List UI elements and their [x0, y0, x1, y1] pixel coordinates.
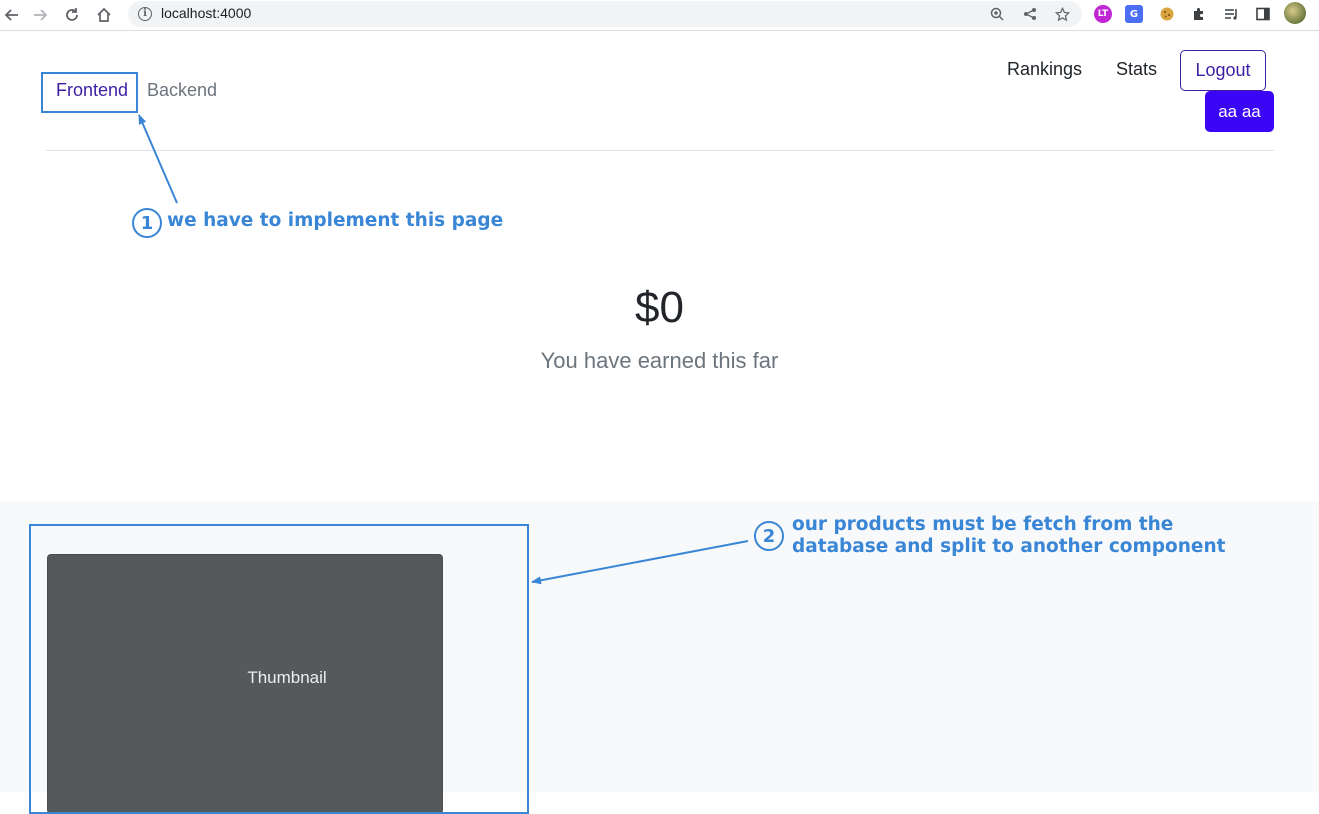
annotation-number-1: 1 [132, 208, 162, 238]
media-list-icon[interactable] [1220, 3, 1242, 25]
address-bar[interactable]: i localhost:4000 [128, 1, 1082, 27]
header-divider [46, 150, 1274, 151]
nav-rankings-link[interactable]: Rankings [1007, 59, 1082, 80]
annotation-highlight-products [29, 524, 529, 814]
home-icon[interactable] [92, 3, 116, 27]
profile-avatar-icon[interactable] [1284, 2, 1306, 24]
annotation-text-2-line2: database and split to another component [792, 536, 1226, 557]
forward-icon[interactable] [28, 3, 52, 27]
puzzle-icon[interactable] [1188, 3, 1210, 25]
google-translate-icon[interactable]: G [1125, 5, 1143, 23]
browser-toolbar: i localhost:4000 LT G [0, 0, 1319, 31]
reload-icon[interactable] [60, 3, 84, 27]
user-menu-button[interactable]: aa aa [1205, 91, 1274, 132]
info-icon[interactable]: i [138, 7, 152, 21]
annotation-highlight-frontend [41, 72, 138, 113]
ext-lt-icon[interactable]: LT [1094, 5, 1112, 23]
annotation-number-2: 2 [754, 521, 784, 551]
annotation-text-2: our products must be fetch from the data… [792, 514, 1225, 558]
nav-stats-link[interactable]: Stats [1116, 59, 1157, 80]
annotation-arrow-1 [138, 114, 178, 204]
share-icon[interactable] [1020, 4, 1040, 24]
side-panel-icon[interactable] [1252, 3, 1274, 25]
earned-amount: $0 [635, 283, 684, 332]
logout-button[interactable]: Logout [1180, 50, 1266, 91]
cookie-icon[interactable] [1156, 3, 1178, 25]
annotation-text-2-line1: our products must be fetch from the [792, 514, 1174, 535]
back-icon[interactable] [0, 3, 24, 27]
earned-caption: You have earned this far [540, 348, 779, 373]
star-icon[interactable] [1052, 4, 1072, 24]
tab-backend[interactable]: Backend [147, 80, 217, 101]
url-text[interactable]: localhost:4000 [161, 5, 251, 21]
zoom-icon[interactable] [987, 4, 1007, 24]
annotation-text-1: we have to implement this page [167, 210, 504, 231]
